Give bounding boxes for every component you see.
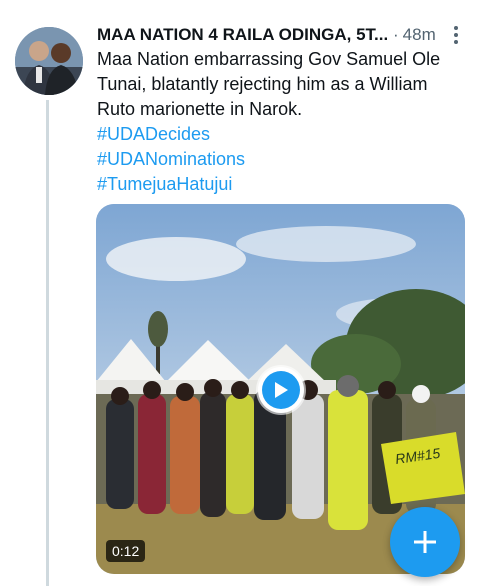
more-vertical-icon[interactable] bbox=[449, 24, 463, 46]
play-icon bbox=[262, 371, 300, 409]
more-dot bbox=[454, 40, 458, 44]
avatar[interactable] bbox=[15, 27, 83, 95]
hashtag-list: #UDADecides #UDANominations #TumejuaHatu… bbox=[97, 122, 469, 197]
video-duration: 0:12 bbox=[106, 540, 146, 562]
thread-line bbox=[46, 100, 49, 586]
author-name[interactable]: MAA NATION 4 RAILA ODINGA, 5T... bbox=[97, 25, 387, 45]
separator-dot: · bbox=[393, 25, 399, 44]
avatar-image bbox=[15, 27, 83, 95]
hashtag-link[interactable]: #UDADecides bbox=[97, 122, 469, 147]
more-dot bbox=[454, 26, 458, 30]
compose-button[interactable] bbox=[390, 507, 460, 577]
tweet-header: MAA NATION 4 RAILA ODINGA, 5T... · 48m bbox=[97, 22, 469, 48]
hashtag-link[interactable]: #TumejuaHatujui bbox=[97, 172, 469, 197]
timestamp[interactable]: 48m bbox=[403, 25, 436, 45]
tweet-text: Maa Nation embarrassing Gov Samuel Ole T… bbox=[97, 49, 441, 119]
plus-icon bbox=[414, 531, 436, 553]
play-button[interactable] bbox=[258, 367, 304, 413]
hashtag-link[interactable]: #UDANominations bbox=[97, 147, 469, 172]
more-dot bbox=[454, 33, 458, 37]
